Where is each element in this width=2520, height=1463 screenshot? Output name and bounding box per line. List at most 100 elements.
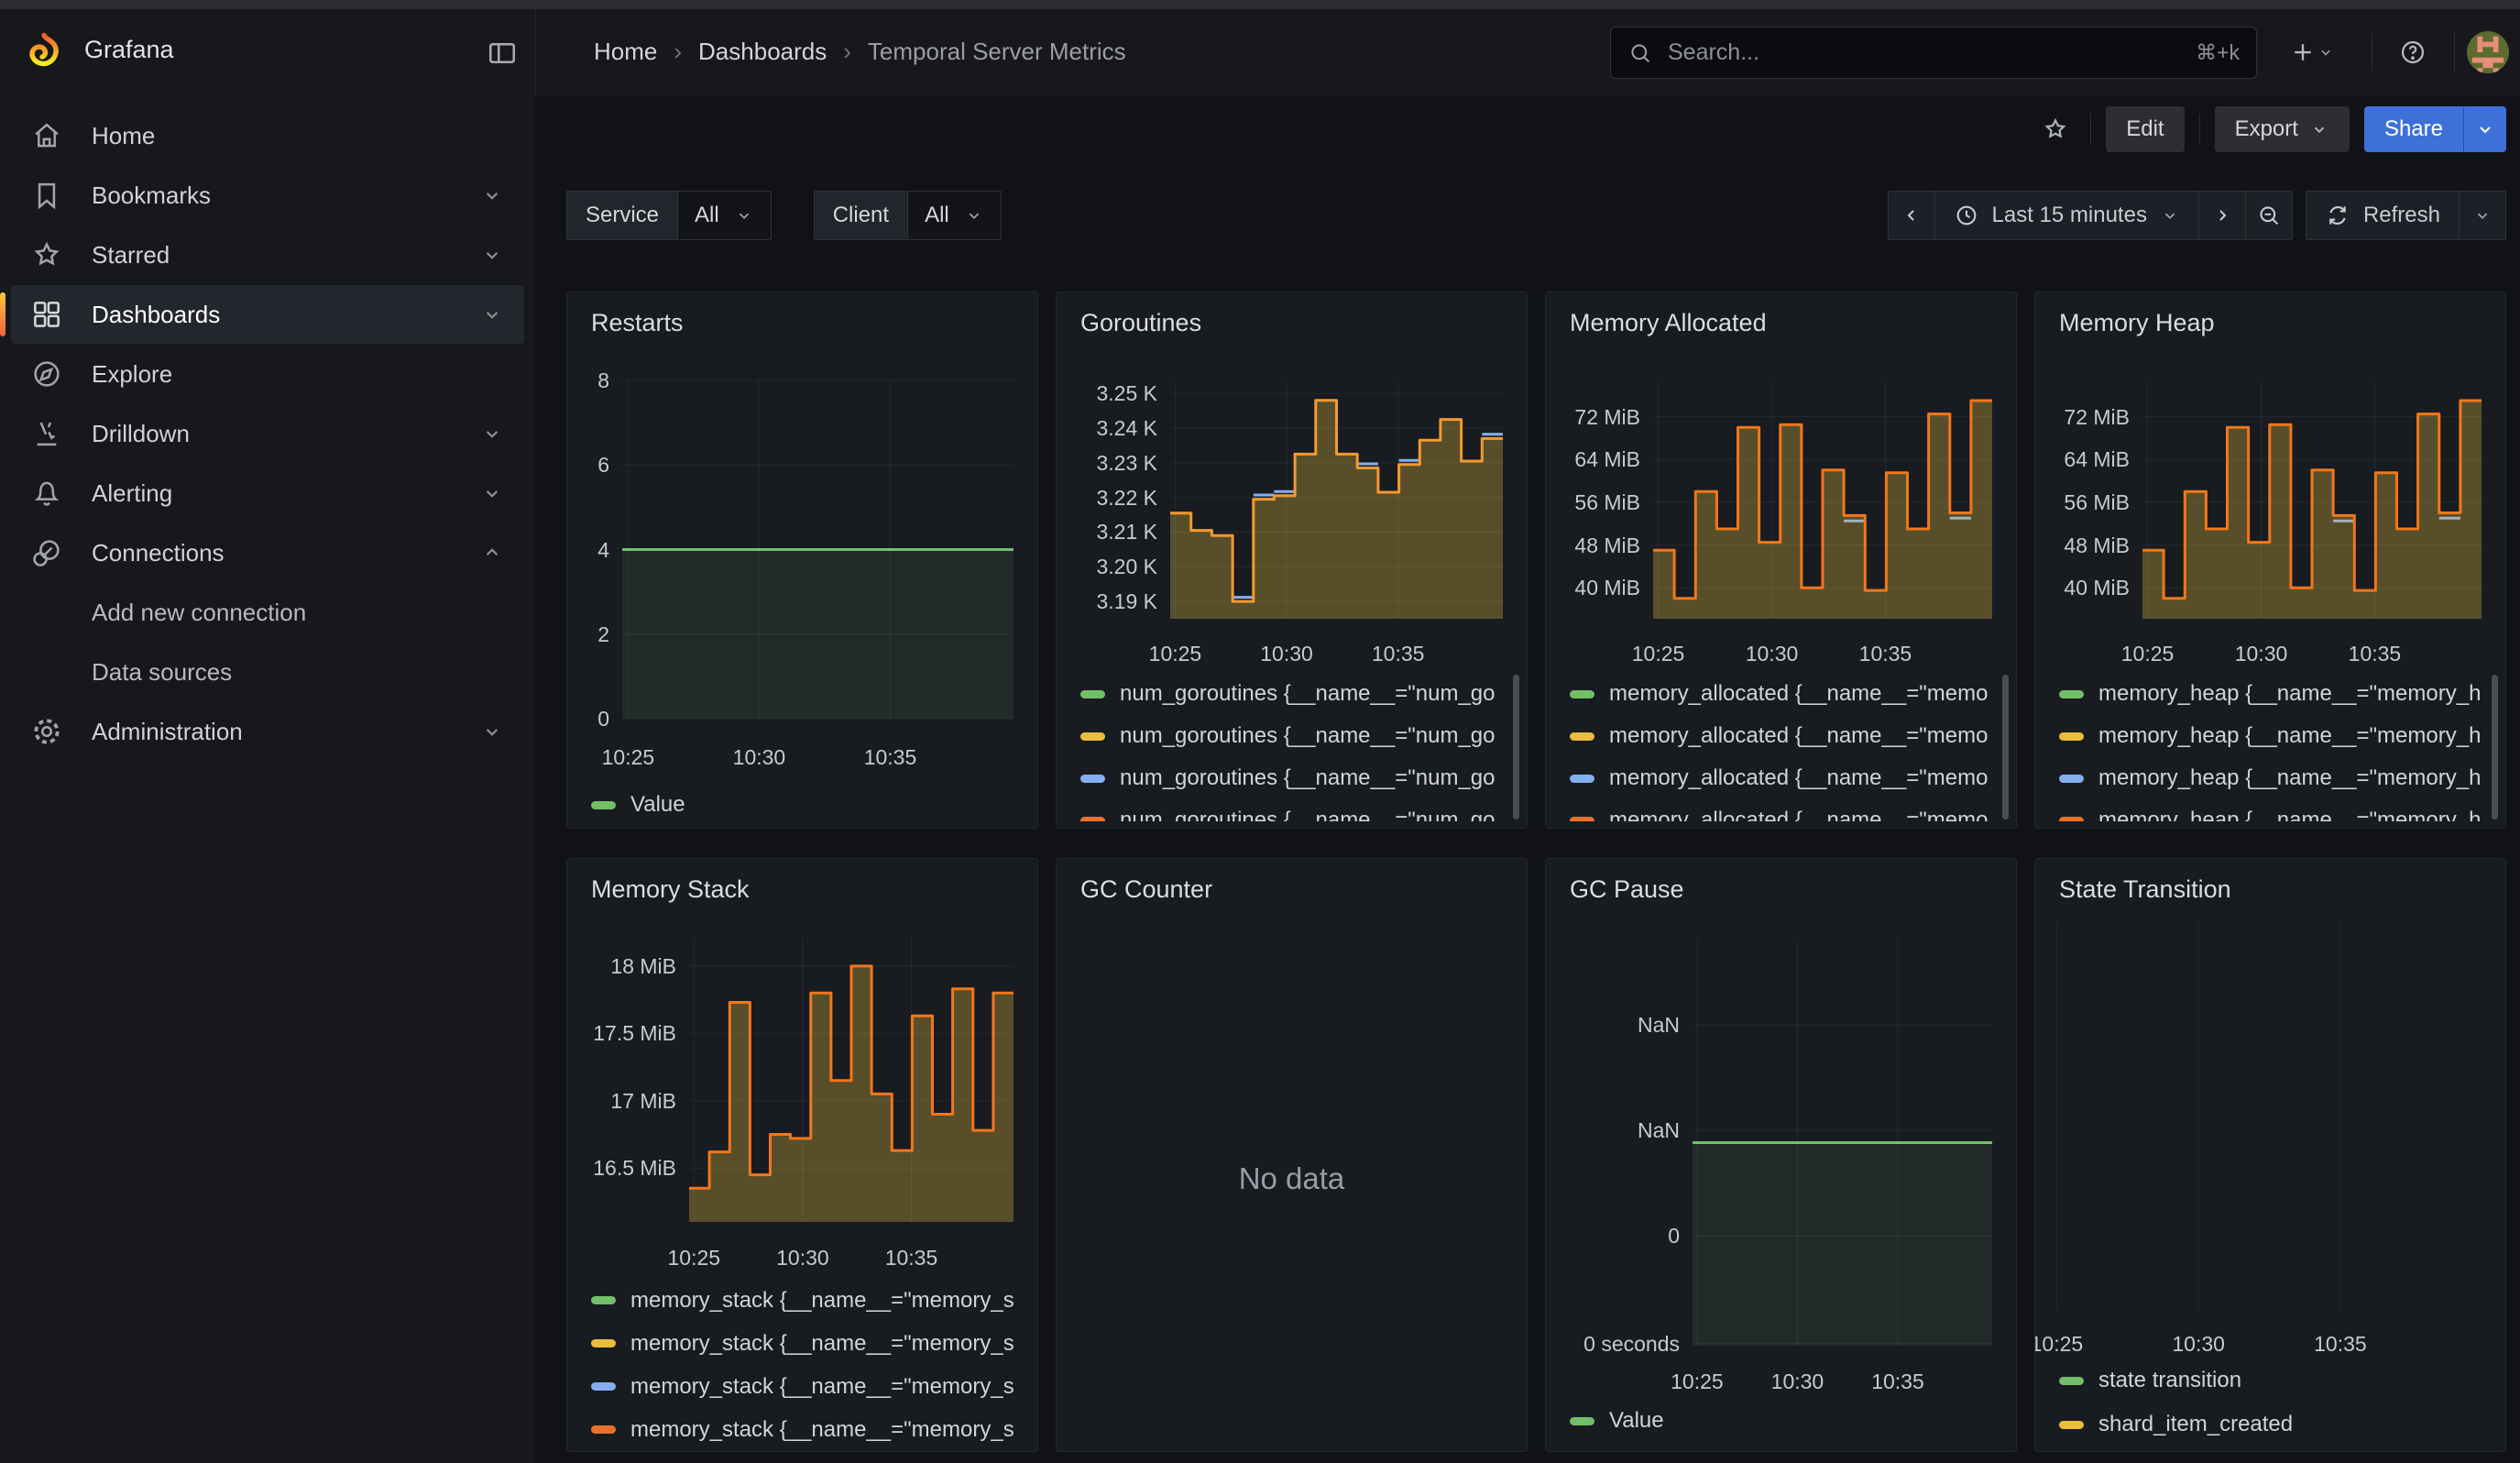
share-menu-caret[interactable]	[2463, 106, 2506, 152]
legend-item[interactable]: num_goroutines {__name__="num_go	[1080, 757, 1519, 799]
edit-button[interactable]: Edit	[2106, 106, 2184, 152]
y-tick-label: 2	[567, 621, 609, 648]
refresh-button[interactable]: Refresh	[2306, 191, 2460, 240]
search-input[interactable]	[1666, 38, 2196, 67]
add-new-button[interactable]	[2289, 29, 2335, 75]
client-variable-value: All	[925, 203, 949, 228]
zoom-out-icon[interactable]	[2245, 191, 2293, 240]
panel-memory-stack: Memory Stack 18 MiB17.5 MiB17 MiB16.5 Mi…	[566, 858, 1038, 1452]
export-button[interactable]: Export	[2215, 106, 2350, 152]
client-variable-select[interactable]: All	[908, 191, 1002, 240]
sidebar-item-explore[interactable]: Explore	[11, 345, 524, 403]
sidebar-item-dashboards[interactable]: Dashboards	[11, 285, 524, 344]
legend-item[interactable]: memory_stack {__name__="memory_s	[591, 1408, 1030, 1451]
sidebar-item-home[interactable]: Home	[11, 106, 524, 165]
legend-item[interactable]: num_goroutines {__name__="num_go	[1080, 673, 1519, 715]
panel-title[interactable]: Goroutines	[1080, 309, 1201, 337]
sidebar-item-add-new-connection[interactable]: Add new connection	[11, 583, 524, 642]
legend-item[interactable]: num_goroutines {__name__="num_go	[1080, 715, 1519, 757]
legend-item[interactable]: num_goroutines {__name__="num_go	[1080, 799, 1519, 821]
chart-canvas[interactable]	[622, 380, 1013, 719]
chevron-down-icon[interactable]	[480, 422, 504, 446]
chevron-up-icon[interactable]	[480, 541, 504, 565]
window-chrome-strip	[0, 0, 2520, 9]
legend-item[interactable]: memory_allocated {__name__="memo	[1570, 715, 2009, 757]
sidebar-item-data-sources[interactable]: Data sources	[11, 643, 524, 701]
user-avatar[interactable]	[2467, 31, 2509, 73]
panel-title[interactable]: GC Counter	[1080, 875, 1212, 904]
bookmark-icon	[29, 178, 64, 213]
search-box[interactable]: ⌘+k	[1610, 27, 2257, 79]
sidebar-item-bookmarks[interactable]: Bookmarks	[11, 166, 524, 225]
sidebar-item-label: Home	[92, 122, 155, 150]
legend-scrollbar[interactable]	[2492, 675, 2498, 820]
legend-scrollbar[interactable]	[1513, 675, 1519, 820]
time-shift-forward-button[interactable]	[2198, 191, 2246, 240]
y-tick-label: 8	[567, 367, 609, 394]
no-data-message: No data	[1057, 1161, 1527, 1196]
legend-series-marker	[2059, 690, 2084, 698]
legend-item[interactable]: Value	[1570, 1400, 2009, 1442]
chevron-down-icon	[734, 205, 754, 226]
chart-canvas[interactable]	[2142, 381, 2482, 619]
panel-title[interactable]: Memory Heap	[2059, 309, 2215, 337]
time-shift-back-button[interactable]	[1888, 191, 1935, 240]
legend-item[interactable]: memory_stack {__name__="memory_s	[591, 1322, 1030, 1365]
x-tick-label: 10:30	[1742, 1370, 1852, 1394]
x-tick-label: 10:30	[704, 745, 814, 770]
panel-title[interactable]: Restarts	[591, 309, 684, 337]
y-tick-label: 3.19 K	[1057, 588, 1157, 615]
chart-canvas[interactable]	[2048, 923, 2478, 1310]
legend-item[interactable]: memory_stack {__name__="memory_s	[591, 1365, 1030, 1408]
legend-item[interactable]: memory_allocated {__name__="memo	[1570, 757, 2009, 799]
sidebar-item-starred[interactable]: Starred	[11, 226, 524, 284]
grafana-logo-icon[interactable]	[22, 31, 66, 75]
chevron-down-icon[interactable]	[480, 243, 504, 267]
chevron-down-icon	[964, 205, 984, 226]
sidebar-toggle-icon[interactable]	[486, 37, 519, 70]
chart-canvas[interactable]	[1693, 940, 1992, 1346]
panel-title[interactable]: GC Pause	[1570, 875, 1684, 904]
chevron-down-icon[interactable]	[480, 302, 504, 326]
favorite-star-icon[interactable]	[2035, 109, 2076, 149]
legend-series-marker	[2059, 775, 2084, 783]
time-range-picker[interactable]: Last 15 minutes	[1934, 191, 2199, 240]
legend-item[interactable]: state transition	[2059, 1358, 2498, 1402]
panel-title[interactable]: Memory Stack	[591, 875, 750, 904]
legend-item[interactable]: memory_heap {__name__="memory_h	[2059, 757, 2498, 799]
panel-state-transition: State Transition 10:2510:3010:35state tr…	[2034, 858, 2506, 1452]
legend-item[interactable]: memory_heap {__name__="memory_h	[2059, 673, 2498, 715]
breadcrumb-dashboards[interactable]: Dashboards	[698, 38, 827, 66]
legend-scrollbar[interactable]	[2002, 675, 2009, 820]
chart-canvas[interactable]	[1653, 381, 1992, 619]
sidebar-item-administration[interactable]: Administration	[11, 702, 524, 761]
sidebar-item-drilldown[interactable]: Drilldown	[11, 404, 524, 463]
legend-item[interactable]: memory_allocated {__name__="memo	[1570, 799, 2009, 821]
y-tick-label: 64 MiB	[1546, 446, 1640, 473]
panel-title[interactable]: State Transition	[2059, 875, 2231, 904]
chevron-down-icon[interactable]	[480, 481, 504, 505]
x-tick-label: 10:35	[1830, 642, 1940, 666]
legend-series-label: memory_stack {__name__="memory_s	[630, 1374, 1014, 1400]
refresh-interval-caret[interactable]	[2459, 191, 2506, 240]
legend-item[interactable]: memory_heap {__name__="memory_h	[2059, 715, 2498, 757]
legend: Value	[1570, 1400, 2009, 1444]
chevron-down-icon[interactable]	[480, 720, 504, 743]
panel-title[interactable]: Memory Allocated	[1570, 309, 1767, 337]
breadcrumb-home[interactable]: Home	[594, 38, 657, 66]
chart-canvas[interactable]	[1170, 381, 1503, 619]
service-variable-select[interactable]: All	[678, 191, 772, 240]
legend: num_goroutines {__name__="num_gonum_goro…	[1080, 673, 1519, 821]
legend-item[interactable]: memory_allocated {__name__="memo	[1570, 673, 2009, 715]
sidebar-item-alerting[interactable]: Alerting	[11, 464, 524, 522]
legend-item[interactable]: shard_item_created	[2059, 1402, 2498, 1446]
sidebar-item-connections[interactable]: Connections	[11, 523, 524, 582]
legend-item[interactable]: memory_heap {__name__="memory_h	[2059, 799, 2498, 821]
y-tick-label: 3.25 K	[1057, 380, 1157, 407]
legend-item[interactable]: memory_stack {__name__="memory_s	[591, 1279, 1030, 1322]
chart-canvas[interactable]	[689, 938, 1013, 1222]
chevron-down-icon[interactable]	[480, 183, 504, 207]
help-icon[interactable]	[2390, 29, 2436, 75]
legend-item[interactable]: Value	[591, 784, 1030, 826]
share-button[interactable]: Share	[2364, 106, 2463, 152]
